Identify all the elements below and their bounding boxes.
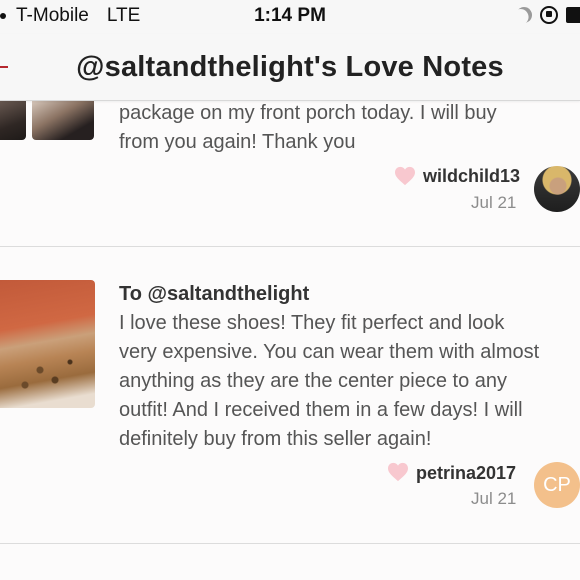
rotation-lock-icon (540, 6, 558, 24)
status-time: 1:14 PM (254, 5, 326, 26)
note-username[interactable]: wildchild13 (423, 166, 520, 187)
note-text-line: very expensive. You can wear them with a… (119, 341, 540, 363)
do-not-disturb-icon (513, 4, 535, 26)
nav-bar: @saltandthelight's Love Notes (0, 34, 580, 101)
avatar-initials: CP (543, 473, 571, 496)
note-text: I love these shoes! They fit perfect and… (119, 309, 539, 454)
divider (0, 246, 580, 247)
back-icon[interactable] (0, 66, 8, 68)
note-text-line: outfit! And I received them in a few day… (119, 399, 523, 421)
divider (0, 543, 580, 544)
heart-icon (388, 462, 408, 482)
note-text-line: anything as they are the center piece to… (119, 370, 508, 392)
heart-icon (395, 166, 415, 186)
note-text: package on my front porch today. I will … (119, 99, 497, 157)
note-text-line: package on my front porch today. I will … (119, 102, 497, 124)
note-date: Jul 21 (471, 193, 517, 212)
note-recipient: To @saltandthelight (119, 283, 310, 305)
status-right (516, 6, 580, 24)
note-text-line: from you again! Thank you (119, 131, 356, 153)
note-text-line: definitely buy from this seller again! (119, 428, 432, 450)
page-title: @saltandthelight's Love Notes (76, 50, 504, 83)
note-listing-photo[interactable] (0, 100, 26, 140)
note-listing-photo[interactable] (32, 100, 94, 140)
battery-icon (566, 7, 580, 23)
note-text-line: I love these shoes! They fit perfect and… (119, 312, 505, 334)
avatar[interactable]: CP (534, 462, 580, 508)
avatar[interactable] (534, 166, 580, 212)
note-date: Jul 21 (471, 489, 517, 508)
note-username[interactable]: petrina2017 (416, 463, 516, 484)
note-listing-photo[interactable] (0, 280, 95, 408)
status-bar: T-Mobile LTE 1:14 PM (0, 0, 580, 34)
